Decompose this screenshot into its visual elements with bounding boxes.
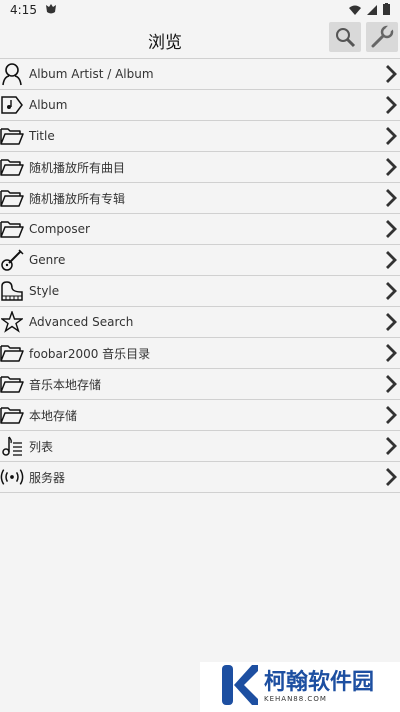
list-item-genre[interactable]: Genre (0, 245, 400, 276)
header: 浏览 (0, 20, 400, 60)
folder-icon (0, 217, 24, 241)
playlist-icon (0, 434, 24, 458)
folder-icon (0, 124, 24, 148)
server-icon (0, 465, 24, 489)
search-button[interactable] (329, 22, 361, 52)
list-item-label: Style (29, 284, 60, 298)
list-item-music-local-storage[interactable]: 音乐本地存储 (0, 369, 400, 400)
chevron-right-icon (385, 281, 397, 305)
folder-icon (0, 341, 24, 365)
folder-icon (0, 155, 24, 179)
person-icon (0, 62, 24, 86)
list-item-style[interactable]: Style (0, 276, 400, 307)
list-item-label: Title (29, 129, 55, 143)
signal-icon (367, 4, 377, 18)
search-icon (336, 28, 356, 48)
list-item-shuffle-albums[interactable]: 随机播放所有专辑 (0, 183, 400, 214)
list-item-label: Composer (29, 222, 90, 236)
folder-icon (0, 403, 24, 427)
chevron-right-icon (385, 312, 397, 336)
chevron-right-icon (385, 467, 397, 491)
chevron-right-icon (385, 64, 397, 88)
wrench-icon (371, 24, 394, 48)
folder-icon (0, 372, 24, 396)
list-item-label: 音乐本地存储 (29, 377, 102, 392)
list-item-album-artist[interactable]: Album Artist / Album (0, 58, 400, 90)
list-item-label: 随机播放所有曲目 (29, 160, 126, 175)
watermark-logo-icon (220, 663, 258, 711)
album-icon (0, 93, 24, 117)
folder-icon (0, 186, 24, 210)
list-item-label: Album Artist / Album (29, 67, 154, 81)
settings-button[interactable] (366, 22, 398, 52)
list-item-album[interactable]: Album (0, 90, 400, 121)
chevron-right-icon (385, 436, 397, 460)
star-icon (0, 310, 24, 334)
chevron-right-icon (385, 188, 397, 212)
list-item-label: 本地存储 (29, 408, 78, 423)
list-item-label: 随机播放所有专辑 (29, 191, 126, 206)
list-item-shuffle-tracks[interactable]: 随机播放所有曲目 (0, 152, 400, 183)
guitar-icon (0, 248, 24, 272)
list-item-label: 列表 (29, 439, 54, 454)
watermark: 柯翰软件园 KEHAN88.COM (200, 662, 400, 712)
list-item-local-storage[interactable]: 本地存储 (0, 400, 400, 431)
watermark-site: KEHAN88.COM (264, 695, 327, 703)
chevron-right-icon (385, 405, 397, 429)
status-bar: 4:15 (0, 0, 400, 20)
status-time: 4:15 (10, 3, 37, 17)
list-item-label: 服务器 (29, 470, 66, 485)
wifi-icon (349, 4, 361, 18)
chevron-right-icon (385, 157, 397, 181)
battery-icon (383, 3, 390, 18)
chevron-right-icon (385, 343, 397, 367)
watermark-name: 柯翰软件园 (264, 670, 375, 695)
list-item-servers[interactable]: 服务器 (0, 462, 400, 493)
notification-icon (45, 3, 57, 18)
list-item-title[interactable]: Title (0, 121, 400, 152)
list-item-advanced-search[interactable]: Advanced Search (0, 307, 400, 338)
browse-list: Album Artist / Album Album Title 随机播放所有曲… (0, 58, 400, 493)
piano-icon (0, 279, 24, 303)
page-title: 浏览 (148, 33, 182, 53)
list-item-label: foobar2000 音乐目录 (29, 346, 151, 361)
chevron-right-icon (385, 250, 397, 274)
list-item-label: Album (29, 98, 68, 112)
list-item-label: Genre (29, 253, 66, 267)
list-item-composer[interactable]: Composer (0, 214, 400, 245)
chevron-right-icon (385, 126, 397, 150)
chevron-right-icon (385, 95, 397, 119)
list-item-foobar-library[interactable]: foobar2000 音乐目录 (0, 338, 400, 369)
list-item-playlists[interactable]: 列表 (0, 431, 400, 462)
list-item-label: Advanced Search (29, 315, 134, 329)
chevron-right-icon (385, 219, 397, 243)
chevron-right-icon (385, 374, 397, 398)
